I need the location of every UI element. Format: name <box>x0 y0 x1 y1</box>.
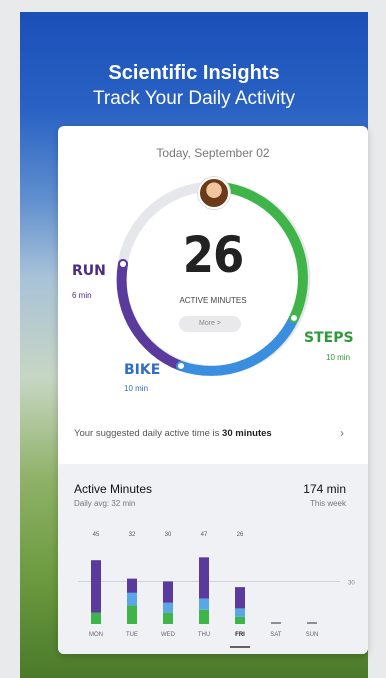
hero-title: Scientific Insights <box>108 62 280 84</box>
bar-value-wed: 30 <box>165 532 172 538</box>
avatar[interactable] <box>198 177 230 209</box>
run-label: RUN <box>72 263 106 279</box>
target-label: 30 <box>348 580 355 586</box>
tick-label-fri: FRI <box>235 632 245 638</box>
bar-mon-seg2 <box>91 560 101 613</box>
weekly-total: 174 min <box>303 482 346 496</box>
tick-label-thu: THU <box>198 632 210 638</box>
more-button[interactable]: More > <box>179 316 241 332</box>
bar-value-tue: 32 <box>129 532 136 538</box>
suggested-time-value: 30 minutes <box>222 428 272 439</box>
tick-label-mon: MON <box>89 632 103 638</box>
tick-label-wed: WED <box>161 632 176 638</box>
steps-label: STEPS <box>304 330 354 346</box>
date-label: Today, September 02 <box>156 146 270 160</box>
bike-minutes: 10 min <box>124 384 149 393</box>
bar-sat-empty <box>271 622 281 624</box>
bar-wed-seg0 <box>163 612 173 624</box>
bike-label: BIKE <box>124 362 161 378</box>
bar-fri-seg0 <box>235 616 245 624</box>
tick-label-sun: SUN <box>306 632 319 638</box>
suggested-time-text: Your suggested daily active time is <box>74 428 223 439</box>
bar-mon-seg0 <box>91 612 101 624</box>
suggested-time-row[interactable]: Your suggested daily active time is 30 m… <box>74 428 272 439</box>
weekly-total-label: This week <box>309 499 346 508</box>
bar-thu-seg2 <box>199 557 209 599</box>
weekly-bar-chart: 30 45 MON 32 TUE 30 WED 47 THU 26 FRI SAT SUN <box>78 532 355 648</box>
bar-wed-seg2 <box>163 581 173 603</box>
bar-fri-seg2 <box>235 587 245 609</box>
bar-wed-seg1 <box>163 602 173 613</box>
chevron-right-icon[interactable]: › <box>340 426 344 440</box>
bar-value-thu: 47 <box>201 532 208 538</box>
tick-label-sat: SAT <box>270 632 282 638</box>
daily-average: Daily avg: 32 min <box>74 499 136 508</box>
weekly-title: Active Minutes <box>74 482 153 496</box>
bar-fri-seg1 <box>235 608 245 617</box>
bar-tue-seg2 <box>127 578 137 593</box>
bar-sun-empty <box>307 622 317 624</box>
active-minutes-label: ACTIVE MINUTES <box>179 296 247 305</box>
steps-minutes: 10 min <box>326 353 351 362</box>
bar-thu-seg1 <box>199 598 209 610</box>
bar-tue-seg0 <box>127 605 137 624</box>
bar-value-mon: 45 <box>93 532 100 538</box>
bar-thu-seg0 <box>199 609 209 624</box>
bar-value-fri: 26 <box>237 532 244 538</box>
run-minutes: 6 min <box>72 291 92 300</box>
weekly-section: Active Minutes Daily avg: 32 min 174 min… <box>58 464 368 654</box>
activity-card: Today, September 02 26 ACTIVE MINUTES Mo… <box>58 126 368 654</box>
hero-subtitle: Track Your Daily Activity <box>92 88 296 109</box>
bar-tue-seg1 <box>127 592 137 606</box>
tick-label-tue: TUE <box>126 632 138 638</box>
